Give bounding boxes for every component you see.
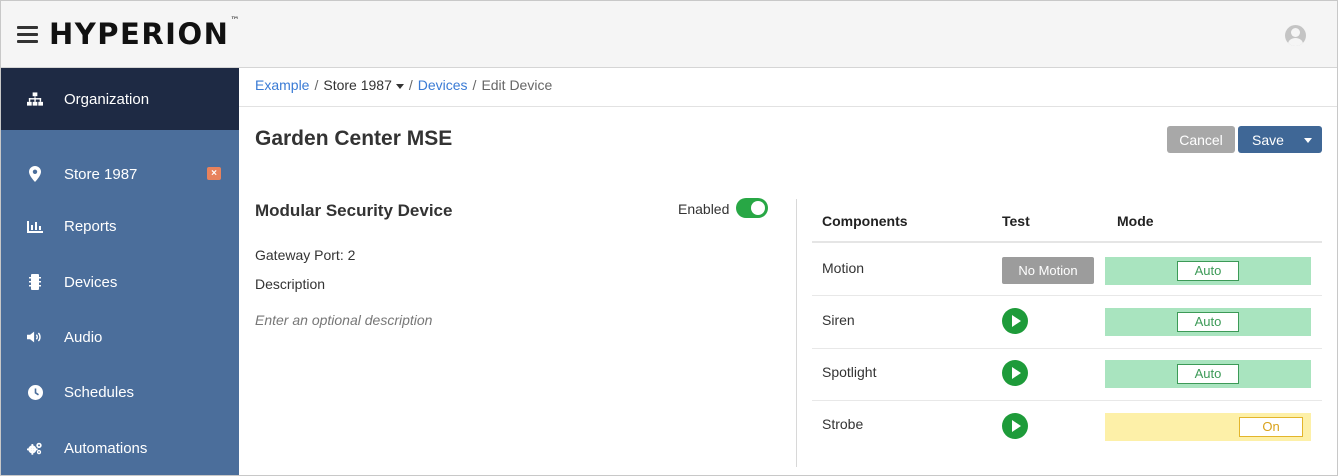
- breadcrumb-devices-link[interactable]: Devices: [418, 77, 468, 93]
- mode-pill: Auto: [1177, 261, 1239, 281]
- sidebar-item-schedules[interactable]: Schedules: [1, 364, 239, 420]
- hamburger-menu-icon[interactable]: [17, 26, 38, 43]
- breadcrumb-org-link[interactable]: Example: [255, 77, 309, 93]
- column-header-test: Test: [1002, 213, 1030, 229]
- row-divider: [812, 400, 1322, 401]
- mode-selector[interactable]: Auto: [1105, 257, 1311, 285]
- component-name: Motion: [822, 260, 865, 276]
- component-name: Strobe: [822, 416, 864, 432]
- column-header-mode: Mode: [1117, 213, 1154, 229]
- sidebar-item-label: Store 1987: [64, 165, 138, 183]
- mode-pill: Auto: [1177, 364, 1239, 384]
- breadcrumb-store-dropdown[interactable]: Store 1987: [323, 77, 404, 93]
- mode-selector[interactable]: Auto: [1105, 360, 1311, 388]
- sidebar: Organization Store 1987 × Reports Device…: [1, 68, 239, 475]
- breadcrumb-separator: /: [314, 77, 319, 93]
- component-name: Siren: [822, 312, 855, 328]
- app-window: HYPERION™ Organization Store 1987 × Repo…: [0, 0, 1338, 476]
- gears-icon: [27, 440, 43, 456]
- sidebar-item-label: Audio: [64, 328, 103, 346]
- map-marker-icon: [27, 166, 43, 182]
- sitemap-icon: [27, 91, 43, 107]
- sidebar-item-label: Reports: [64, 217, 117, 235]
- section-divider: [796, 199, 797, 467]
- sidebar-item-organization[interactable]: Organization: [1, 68, 239, 130]
- sidebar-item-label: Devices: [64, 273, 118, 291]
- row-divider: [812, 295, 1322, 296]
- cancel-button[interactable]: Cancel: [1167, 126, 1235, 153]
- clock-icon: [27, 384, 43, 400]
- gateway-port-text: Gateway Port: 2: [255, 247, 356, 263]
- sidebar-item-devices[interactable]: Devices: [1, 254, 239, 310]
- play-icon[interactable]: [1002, 413, 1028, 439]
- speaker-icon: [27, 329, 43, 345]
- description-input[interactable]: Enter an optional description: [255, 312, 755, 328]
- breadcrumb-separator: /: [408, 77, 413, 93]
- sidebar-item-label: Organization: [64, 90, 150, 108]
- save-button-label: Save: [1252, 131, 1284, 148]
- breadcrumb-store-label: Store 1987: [323, 77, 392, 93]
- sidebar-item-store[interactable]: Store 1987 ×: [1, 146, 239, 202]
- save-button[interactable]: Save: [1238, 126, 1322, 153]
- mode-pill: Auto: [1177, 312, 1239, 332]
- bar-chart-icon: [27, 218, 43, 234]
- enabled-label: Enabled: [678, 201, 730, 217]
- sidebar-item-label: Automations: [64, 439, 148, 457]
- app-logo: HYPERION™: [49, 16, 240, 51]
- chip-icon: [27, 274, 43, 290]
- caret-down-icon: [395, 83, 404, 89]
- description-label: Description: [255, 276, 326, 292]
- component-name: Spotlight: [822, 364, 877, 380]
- breadcrumb-separator: /: [472, 77, 477, 93]
- sidebar-item-reports[interactable]: Reports: [1, 198, 239, 254]
- breadcrumb-current: Edit Device: [481, 77, 553, 93]
- device-type-heading: Modular Security Device: [255, 201, 453, 220]
- column-header-components: Components: [822, 213, 908, 229]
- sidebar-item-automations[interactable]: Automations: [1, 420, 239, 475]
- top-bar: HYPERION™: [1, 1, 1337, 68]
- breadcrumb: Example / Store 1987/Devices / Edit Device: [255, 77, 552, 93]
- mode-selector[interactable]: On: [1105, 413, 1311, 441]
- close-icon[interactable]: ×: [207, 167, 221, 180]
- play-icon[interactable]: [1002, 360, 1028, 386]
- toggle-knob: [751, 201, 765, 215]
- mode-pill: On: [1239, 417, 1303, 437]
- enabled-toggle[interactable]: [736, 198, 768, 218]
- sidebar-item-label: Schedules: [64, 383, 135, 401]
- mode-selector[interactable]: Auto: [1105, 308, 1311, 336]
- header-divider: [239, 106, 1337, 107]
- caret-down-icon[interactable]: [1304, 138, 1312, 143]
- page-title: Garden Center MSE: [255, 127, 453, 150]
- play-icon[interactable]: [1002, 308, 1028, 334]
- no-motion-button[interactable]: No Motion: [1002, 257, 1094, 284]
- sidebar-item-audio[interactable]: Audio: [1, 309, 239, 365]
- user-avatar-icon[interactable]: [1285, 25, 1306, 46]
- row-divider: [812, 348, 1322, 349]
- table-header-divider: [812, 241, 1322, 243]
